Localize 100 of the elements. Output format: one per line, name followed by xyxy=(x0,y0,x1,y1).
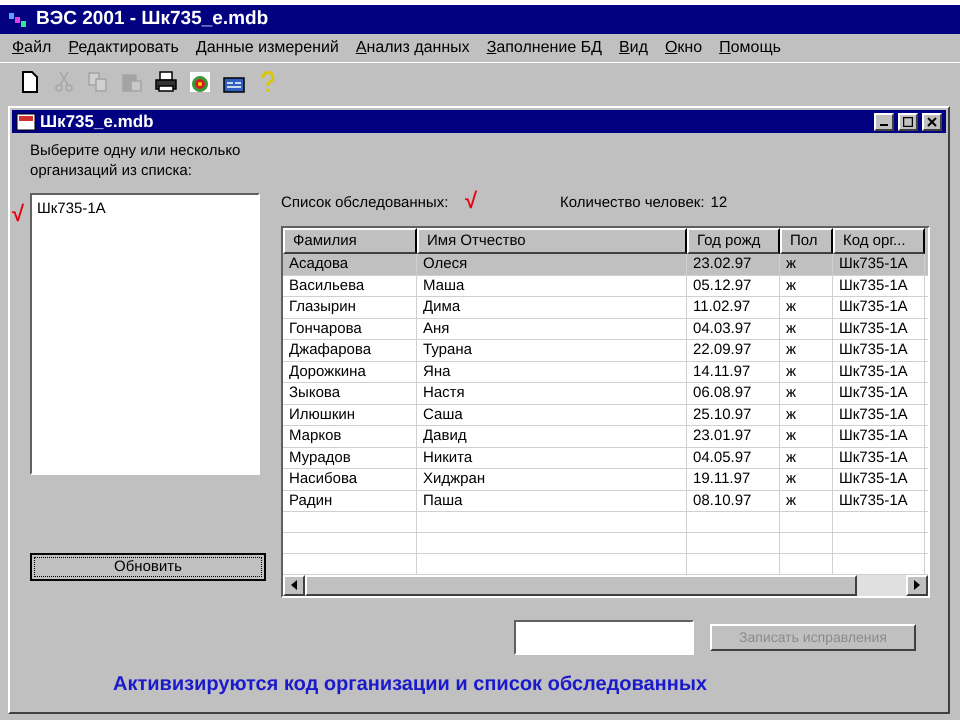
column-header[interactable]: Год рожд xyxy=(687,228,780,254)
table-cell: ж xyxy=(780,383,833,404)
table-cell: 25.10.97 xyxy=(687,404,780,425)
table-cell: 22.09.97 xyxy=(687,340,780,360)
list-label: Список обследованных: xyxy=(281,192,450,212)
app-logo-icon xyxy=(8,10,28,28)
table-cell: 14.11.97 xyxy=(687,362,780,382)
table-cell: Зыкова xyxy=(283,383,417,404)
table-cell: Асадова xyxy=(283,254,417,274)
correction-field[interactable] xyxy=(514,620,694,655)
table-cell: ж xyxy=(780,340,833,360)
table-cell: Давид xyxy=(417,426,687,446)
scroll-right-button[interactable] xyxy=(906,574,928,596)
minimize-button[interactable] xyxy=(874,112,894,130)
menu-item[interactable]: Данные измерений xyxy=(196,36,339,60)
table-cell: ж xyxy=(780,404,833,425)
table-cell: Турана xyxy=(417,340,687,360)
table-cell: 23.02.97 xyxy=(687,254,780,274)
table-cell: ж xyxy=(780,469,833,490)
column-header[interactable]: Имя Отчество xyxy=(417,228,687,254)
table-cell: Хиджран xyxy=(417,469,687,490)
table-cell: 05.12.97 xyxy=(687,276,780,296)
table-cell: Шк735-1А xyxy=(833,254,925,274)
table-cell: Яна xyxy=(417,362,687,382)
table-cell: Шк735-1А xyxy=(833,383,925,404)
table-cell: 11.02.97 xyxy=(687,297,780,318)
table-cell: Джафарова xyxy=(283,340,417,360)
table-cell: Гончарова xyxy=(283,318,417,339)
target-icon[interactable] xyxy=(188,70,212,94)
table-cell: ж xyxy=(780,297,833,318)
org-prompt: Выберите одну или несколько организаций из списка: xyxy=(30,141,242,181)
menu-item[interactable]: Файл xyxy=(12,36,52,60)
table-cell: Олеся xyxy=(417,254,687,274)
document-icon xyxy=(16,112,36,130)
table-cell: Радин xyxy=(283,490,417,511)
check-mark: √ xyxy=(465,188,478,214)
table-cell: Шк735-1А xyxy=(833,448,925,468)
column-header[interactable]: Пол xyxy=(780,228,833,254)
table-cell: Настя xyxy=(417,383,687,404)
menu-item[interactable]: Заполнение БД xyxy=(486,36,602,60)
left-arrow-icon xyxy=(291,580,297,590)
column-header[interactable]: Код орг... xyxy=(833,228,925,254)
table-cell: Васильева xyxy=(283,276,417,296)
table-cell: Маша xyxy=(417,276,687,296)
table-cell: Паша xyxy=(417,490,687,511)
count-label: Количество человек: xyxy=(560,192,705,212)
table-cell: Никита xyxy=(417,448,687,468)
minimize-icon xyxy=(880,124,888,126)
table-cell: Марков xyxy=(283,426,417,446)
right-arrow-icon xyxy=(914,580,920,590)
refresh-button[interactable]: Обновить xyxy=(30,553,266,581)
table-cell: 19.11.97 xyxy=(687,469,780,490)
table-cell: ж xyxy=(780,426,833,446)
org-list-item[interactable]: Шк735-1А xyxy=(35,198,255,220)
table-cell: Шк735-1А xyxy=(833,276,925,296)
table-cell: 04.05.97 xyxy=(687,448,780,468)
table-cell: Шк735-1А xyxy=(833,362,925,382)
org-listbox[interactable]: Шк735-1А xyxy=(30,193,260,475)
menu-item[interactable]: Редактировать xyxy=(68,36,179,60)
table-cell: Аня xyxy=(417,318,687,339)
count-value: 12 xyxy=(710,192,728,212)
table-cell: Илюшкин xyxy=(283,404,417,425)
table-cell: ж xyxy=(780,448,833,468)
scroll-left-button[interactable] xyxy=(283,574,305,596)
table-cell: Шк735-1А xyxy=(833,469,925,490)
table-cell: 06.08.97 xyxy=(687,383,780,404)
menu-item[interactable]: Анализ данных xyxy=(356,36,470,60)
close-icon xyxy=(927,116,937,126)
menu-item[interactable]: Окно xyxy=(664,36,702,60)
table-cell: Шк735-1А xyxy=(833,490,925,511)
table-cell: Шк735-1А xyxy=(833,318,925,339)
table-cell: 23.01.97 xyxy=(687,426,780,446)
column-header[interactable]: Фамилия xyxy=(283,228,417,254)
table-cell: Мурадов xyxy=(283,448,417,468)
maximize-button[interactable] xyxy=(898,112,918,130)
maximize-icon xyxy=(903,116,913,126)
table-cell: ж xyxy=(780,276,833,296)
close-button[interactable] xyxy=(922,112,942,130)
table-cell: Шк735-1А xyxy=(833,340,925,360)
caption: Активизируются код организации и список обследованных xyxy=(113,672,708,697)
table-cell: 04.03.97 xyxy=(687,318,780,339)
table-cell: ж xyxy=(780,318,833,339)
printer-icon[interactable] xyxy=(154,70,178,94)
table-cell: Насибова xyxy=(283,469,417,490)
table-cell: Шк735-1А xyxy=(833,297,925,318)
menu-item[interactable]: Помощь xyxy=(719,36,781,60)
table-cell: Дорожкина xyxy=(283,362,417,382)
menu-item[interactable]: Вид xyxy=(619,36,648,60)
table-cell: Саша xyxy=(417,404,687,425)
child-title: Шк735_е.mdb xyxy=(40,110,154,133)
table-cell: Шк735-1А xyxy=(833,404,925,425)
table-cell: ж xyxy=(780,490,833,511)
app-title: ВЭС 2001 - Шк735_е.mdb xyxy=(36,7,268,32)
check-mark: √ xyxy=(12,200,24,228)
table-cell: Дима xyxy=(417,297,687,318)
table-cell: Шк735-1А xyxy=(833,426,925,446)
table-cell: ж xyxy=(780,362,833,382)
table-cell: ж xyxy=(780,254,833,274)
table-cell: Глазырин xyxy=(283,297,417,318)
table-cell: 08.10.97 xyxy=(687,490,780,511)
